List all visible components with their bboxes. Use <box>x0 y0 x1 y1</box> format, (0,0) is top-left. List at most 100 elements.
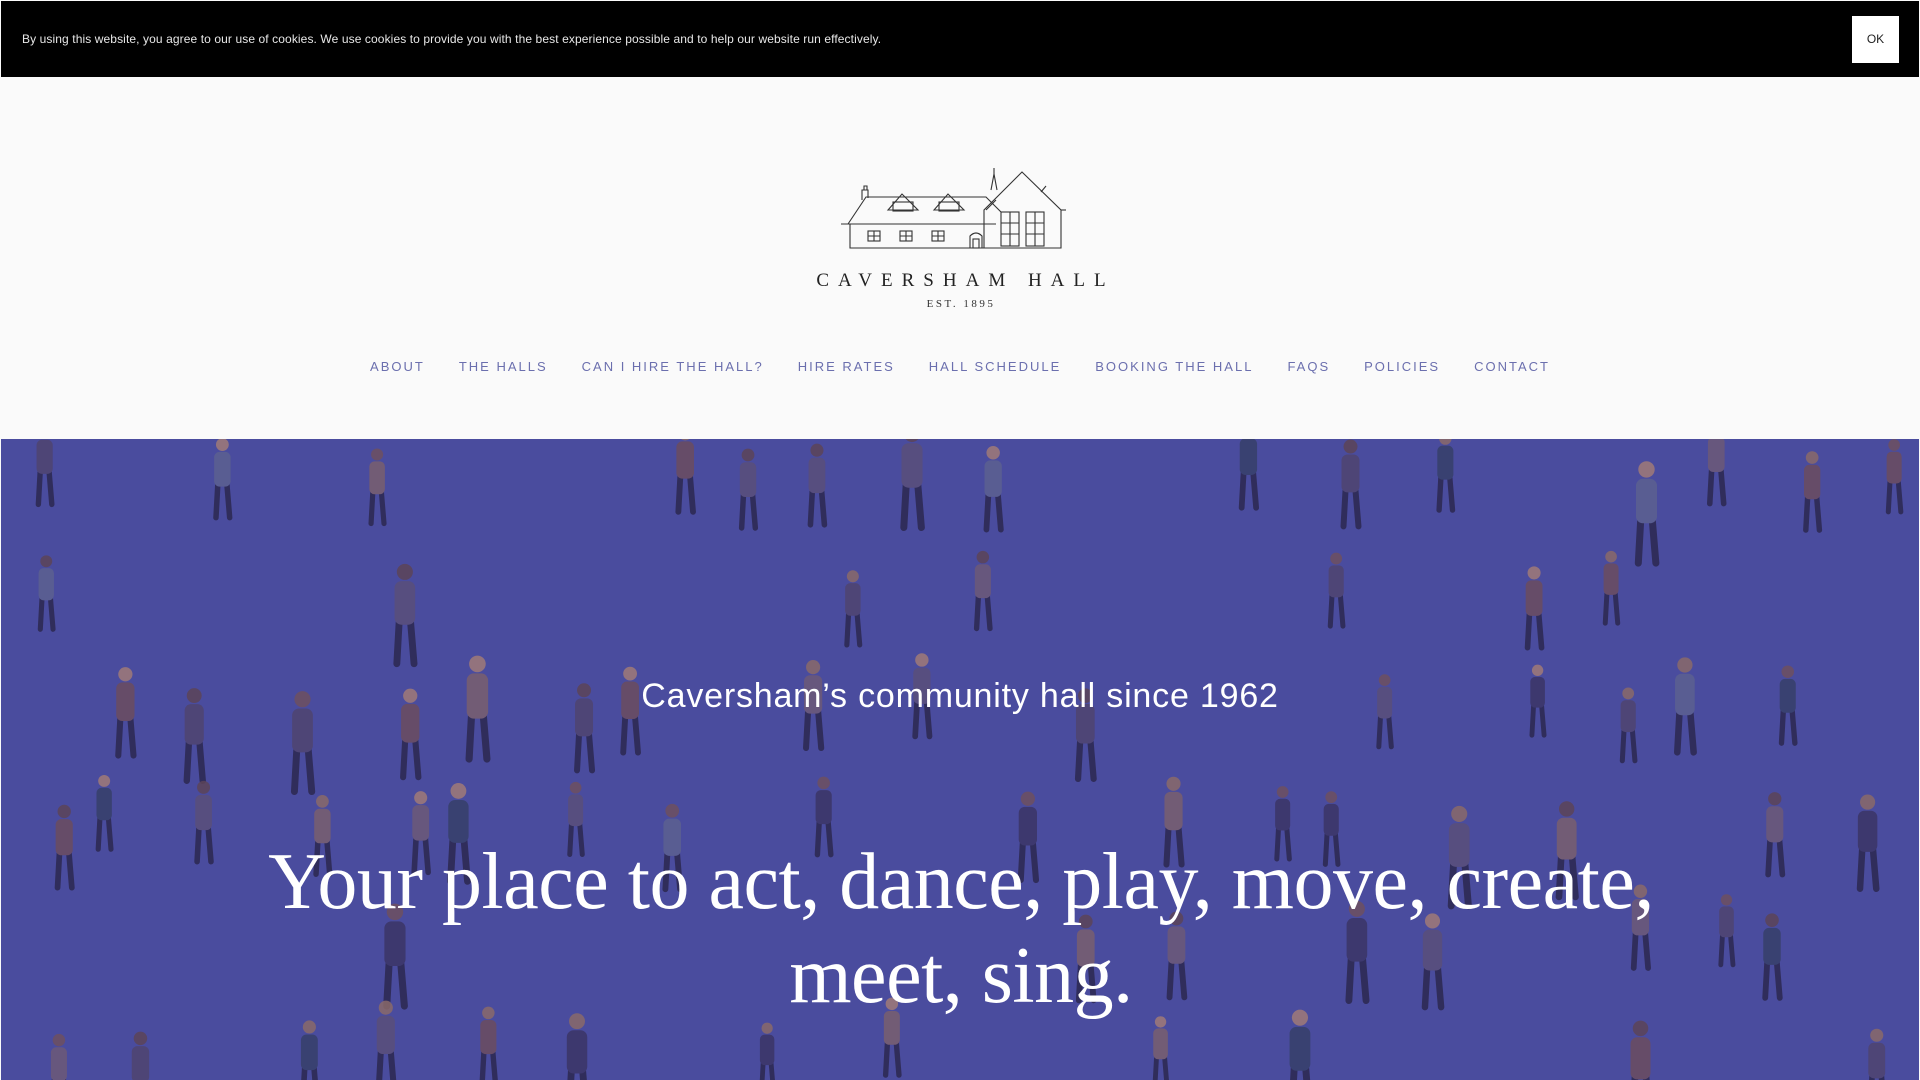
hero-headline-line-1: Your place to act, dance, play, move, cr… <box>268 838 1654 926</box>
person-body <box>1766 806 1784 843</box>
person-head <box>915 653 929 667</box>
person-body <box>1857 810 1878 852</box>
person-legs <box>183 739 206 784</box>
person-legs <box>35 469 55 508</box>
person-legs <box>194 825 214 865</box>
person-legs <box>479 1049 498 1080</box>
site-name: CAVERSHAM HALL <box>816 270 1115 291</box>
person-body <box>1719 906 1734 938</box>
nav-item-hall-schedule[interactable]: HALL SCHEDULE <box>929 359 1061 374</box>
person-head <box>1805 451 1819 464</box>
person-legs <box>1074 738 1097 782</box>
person-legs <box>1674 709 1697 756</box>
person-figure <box>738 448 759 531</box>
person-legs <box>465 712 491 763</box>
nav-item-policies[interactable]: POLICIES <box>1364 359 1440 374</box>
person-head <box>371 448 384 461</box>
person-figure <box>1803 451 1823 533</box>
person-head <box>1325 791 1338 804</box>
person-figure <box>37 555 56 632</box>
person-figure <box>566 1013 588 1080</box>
person-legs <box>1524 611 1545 651</box>
person-body <box>739 462 757 497</box>
person-legs <box>882 1040 902 1078</box>
person-body <box>1164 791 1183 831</box>
person-head <box>469 655 486 673</box>
person-head <box>1451 805 1468 822</box>
hall-building-icon <box>841 168 1066 249</box>
person-head <box>986 446 1000 460</box>
nav-item-can-i-hire[interactable]: CAN I HIRE THE HALL? <box>582 359 764 374</box>
person-legs <box>1376 714 1394 750</box>
person-legs <box>54 850 75 891</box>
person-figure <box>393 563 418 668</box>
nav-item-booking[interactable]: BOOKING THE HALL <box>1095 359 1253 374</box>
person-figure <box>131 1031 150 1080</box>
person-head <box>1720 894 1733 906</box>
person-head <box>316 795 329 808</box>
person-legs <box>900 481 925 532</box>
person-figure <box>300 1020 318 1080</box>
person-head <box>215 439 229 451</box>
person-figure <box>759 1022 775 1080</box>
person-legs <box>1619 727 1638 764</box>
person-legs <box>1762 959 1783 1001</box>
person-figure <box>1706 439 1727 507</box>
person-legs <box>807 488 828 528</box>
person-body <box>369 461 385 495</box>
person-body <box>566 1030 588 1074</box>
person-body <box>845 583 861 616</box>
person-legs <box>37 596 56 632</box>
person-figure <box>1856 794 1880 892</box>
person-figure <box>1765 792 1786 878</box>
person-head <box>1888 439 1900 451</box>
person-figure <box>1152 1016 1169 1080</box>
person-body <box>480 1020 497 1055</box>
person-legs <box>1602 590 1621 626</box>
person-head <box>846 570 859 583</box>
person-body <box>214 451 231 487</box>
nav-item-hire-rates[interactable]: HIRE RATES <box>798 359 895 374</box>
person-head <box>98 774 111 787</box>
person-legs <box>290 746 316 796</box>
person-body <box>1868 1042 1886 1079</box>
person-figure <box>1762 913 1783 1001</box>
person-body <box>759 1034 775 1066</box>
person-head <box>1276 786 1289 798</box>
person-figure <box>675 439 696 515</box>
person-body <box>96 787 112 821</box>
nav-item-the-halls[interactable]: THE HALLS <box>459 359 548 374</box>
person-figure <box>368 448 387 527</box>
person-head <box>1765 913 1779 927</box>
person-body <box>1525 580 1543 616</box>
person-body <box>1886 451 1902 484</box>
nav-item-about[interactable]: ABOUT <box>370 359 425 374</box>
person-head <box>741 448 755 462</box>
person-head <box>1527 566 1541 580</box>
person-figure <box>1868 1028 1886 1080</box>
cookie-ok-button[interactable]: OK <box>1852 15 1899 63</box>
person-head <box>905 439 919 443</box>
person-body <box>1437 445 1454 480</box>
nav-item-faqs[interactable]: FAQS <box>1287 359 1330 374</box>
person-head <box>57 804 71 819</box>
nav-item-contact[interactable]: CONTACT <box>1474 359 1550 374</box>
person-legs <box>620 714 641 756</box>
person-figure <box>844 570 863 648</box>
person-body <box>55 819 73 856</box>
person-head <box>1605 550 1617 563</box>
person-body <box>1763 927 1781 965</box>
person-head <box>665 803 680 818</box>
person-head <box>1439 439 1452 445</box>
person-figure <box>1436 439 1456 513</box>
person-legs <box>973 593 993 632</box>
person-head <box>1558 801 1575 817</box>
person-legs <box>400 737 422 781</box>
person-body <box>901 443 923 488</box>
person-head <box>1330 552 1343 565</box>
person-figure <box>213 439 233 521</box>
person-body <box>38 568 54 601</box>
person-head <box>52 1033 66 1047</box>
person-body <box>1341 454 1360 493</box>
person-head <box>817 776 830 790</box>
